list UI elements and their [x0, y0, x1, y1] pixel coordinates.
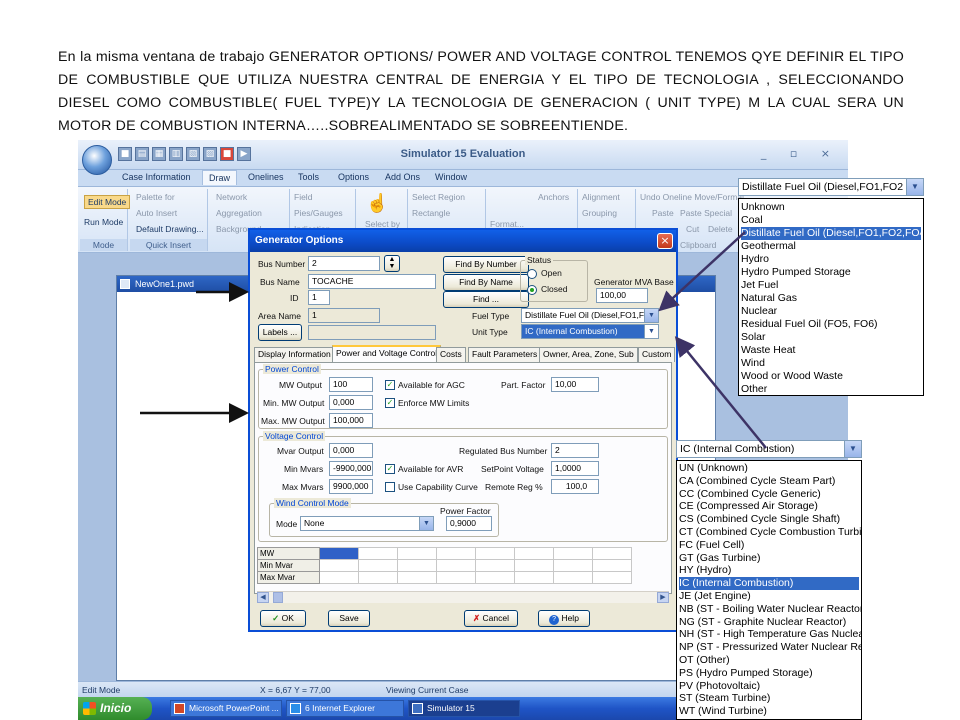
- app-orb-icon[interactable]: [82, 145, 112, 175]
- annotation-arrows: [140, 231, 767, 449]
- arrow-to-unit-type: [674, 336, 767, 449]
- arrow-to-fuel-type: [658, 231, 746, 312]
